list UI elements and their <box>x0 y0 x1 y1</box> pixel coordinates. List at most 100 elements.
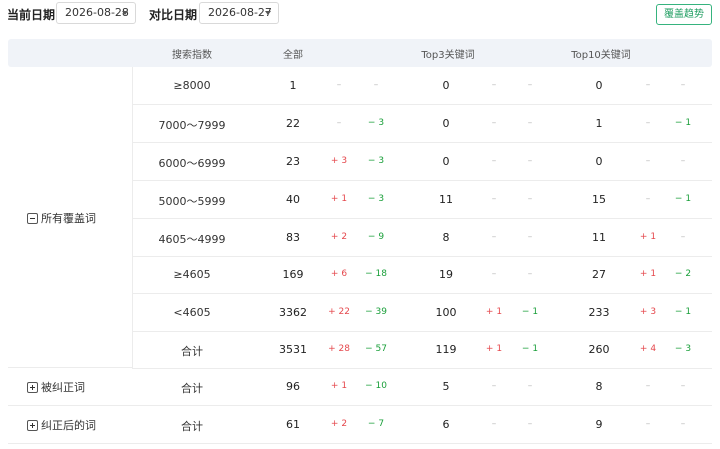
top3-count: 0 <box>442 79 450 92</box>
all-increase: – <box>336 80 342 90</box>
all-increase: + 3 <box>330 156 348 166</box>
current-date-select[interactable]: 2026-08-28 <box>56 2 136 24</box>
group-toggle-all-covered[interactable]: 所有覆盖词 <box>27 210 96 226</box>
group-row-after-correction: 纠正后的词 <box>8 406 712 444</box>
top10-count: 233 <box>588 306 610 319</box>
top3-increase: – <box>491 269 497 279</box>
top3-decrease: – <box>527 156 533 166</box>
search-index-range: 7000～7999 <box>158 119 226 132</box>
current-date-value: 2026-08-28 <box>65 6 129 19</box>
coverage-table: 搜索指数 全部 Top3关键词 Top10关键词 所有覆盖词 ≥8000 1 – – 0… <box>8 39 712 445</box>
top10-increase: + 4 <box>639 344 657 354</box>
all-decrease: − 3 <box>367 156 385 166</box>
top10-decrease: – <box>680 232 686 242</box>
top3-increase: – <box>491 194 497 204</box>
table-row: ≥8000 1 – – 0 – – 0 – – <box>132 67 712 105</box>
all-increase: + 28 <box>328 344 350 354</box>
all-decrease: − 3 <box>367 194 385 204</box>
all-count: 83 <box>286 231 300 244</box>
top10-decrease: − 2 <box>674 269 692 279</box>
top10-decrease: – <box>680 80 686 90</box>
top10-increase: + 1 <box>639 232 657 242</box>
all-decrease: − 9 <box>367 232 385 242</box>
top3-count: 100 <box>435 306 457 319</box>
header-top10: Top10关键词 <box>571 50 631 61</box>
all-increase: + 6 <box>330 269 348 279</box>
top3-count: 8 <box>442 231 450 244</box>
search-index-range: 4605～4999 <box>158 233 226 246</box>
table-row: 6000～6999 23 + 3 − 3 0 – – 0 – – <box>132 143 712 181</box>
top10-increase: – <box>645 118 651 128</box>
top3-increase: – <box>491 156 497 166</box>
table-row: 5000～5999 40 + 1 − 3 11 – – 15 – − 1 <box>132 181 712 219</box>
all-increase: + 1 <box>330 194 348 204</box>
compare-date-select[interactable]: 2026-08-27 <box>199 2 279 24</box>
top10-count: 15 <box>592 193 606 206</box>
caret-down-icon <box>265 11 271 15</box>
all-increase: + 2 <box>330 232 348 242</box>
top10-decrease: − 3 <box>674 344 692 354</box>
group-row-corrected: 被纠正词 <box>8 368 712 406</box>
group-label: 所有覆盖词 <box>41 212 96 225</box>
table-row: 7000～7999 22 – − 3 0 – – 1 – − 1 <box>132 105 712 143</box>
all-count: 23 <box>286 155 300 168</box>
all-count: 3531 <box>279 343 307 356</box>
top3-decrease: – <box>527 269 533 279</box>
search-index-range: ≥8000 <box>173 79 211 92</box>
search-index-range: 6000～6999 <box>158 157 226 170</box>
top3-increase: + 1 <box>485 307 503 317</box>
all-count: 40 <box>286 193 300 206</box>
header-all: 全部 <box>283 50 303 61</box>
top10-count: 27 <box>592 268 606 281</box>
compare-date-value: 2026-08-27 <box>208 6 272 19</box>
top10-increase: – <box>645 156 651 166</box>
all-increase: + 22 <box>328 307 350 317</box>
plus-square-icon <box>27 419 38 431</box>
top10-increase: + 3 <box>639 307 657 317</box>
top10-decrease: − 1 <box>674 118 692 128</box>
top10-count: 11 <box>592 231 606 244</box>
top3-count: 19 <box>439 268 453 281</box>
search-index-range: 5000～5999 <box>158 195 226 208</box>
top3-count: 119 <box>435 343 457 356</box>
top3-decrease: – <box>527 80 533 90</box>
top10-decrease: – <box>680 156 686 166</box>
compare-date-label: 对比日期 <box>149 8 198 22</box>
all-decrease: – <box>373 80 379 90</box>
all-decrease: − 57 <box>365 344 387 354</box>
group-all-covered: 所有覆盖词 <box>8 67 133 368</box>
top10-count: 1 <box>595 117 603 130</box>
search-index-range: ≥4605 <box>173 268 211 281</box>
group-toggle-corrected[interactable]: 被纠正词 <box>27 379 85 395</box>
current-date-label: 当前日期 <box>7 8 56 22</box>
table-row: <4605 3362 + 22 − 39 100 + 1 − 1 233 + 3 − 1 <box>132 294 712 332</box>
all-increase: – <box>336 118 342 128</box>
search-index-range: 合计 <box>181 345 203 358</box>
caret-down-icon <box>122 11 128 15</box>
all-count: 1 <box>289 79 297 92</box>
all-count: 3362 <box>279 306 307 319</box>
all-count: 169 <box>282 268 304 281</box>
group-label: 被纠正词 <box>41 381 85 394</box>
top10-count: 0 <box>595 155 603 168</box>
top3-decrease: – <box>527 232 533 242</box>
top3-decrease: − 1 <box>521 307 539 317</box>
table-row: 4605～4999 83 + 2 − 9 8 – – 11 + 1 – <box>132 219 712 257</box>
minus-square-icon <box>27 212 38 224</box>
top10-decrease: − 1 <box>674 194 692 204</box>
top3-decrease: – <box>527 194 533 204</box>
group-toggle-after-correction[interactable]: 纠正后的词 <box>27 417 96 433</box>
top3-increase: + 1 <box>485 344 503 354</box>
search-index-range: <4605 <box>173 306 211 319</box>
all-count: 22 <box>286 117 300 130</box>
table-header: 搜索指数 全部 Top3关键词 Top10关键词 <box>8 39 712 67</box>
top3-increase: – <box>491 232 497 242</box>
table-row: 合计 3531 + 28 − 57 119 + 1 − 1 260 + 4 − 3 <box>132 331 712 369</box>
header-search-index: 搜索指数 <box>172 50 212 61</box>
top3-decrease: − 1 <box>521 344 539 354</box>
top3-count: 0 <box>442 155 450 168</box>
coverage-trend-button[interactable]: 覆盖趋势 <box>656 4 712 25</box>
plus-square-icon <box>27 381 38 393</box>
top3-decrease: – <box>527 118 533 128</box>
top10-decrease: − 1 <box>674 307 692 317</box>
